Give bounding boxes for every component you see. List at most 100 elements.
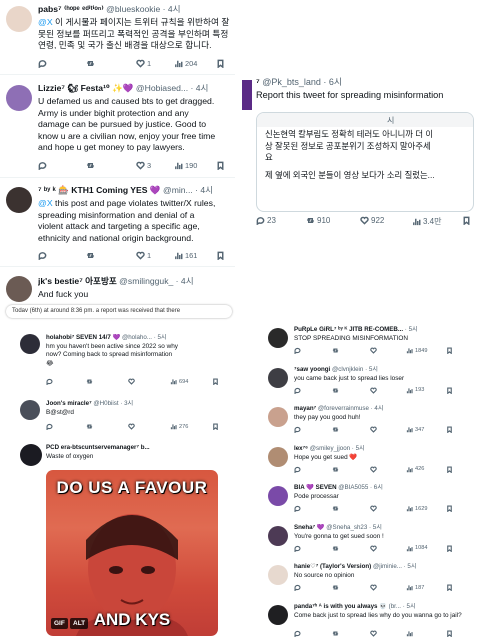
like-button[interactable]: 922 xyxy=(360,216,384,225)
like-button[interactable] xyxy=(370,466,377,473)
views-button[interactable]: 347 xyxy=(406,426,424,433)
avatar[interactable] xyxy=(268,407,288,427)
author-name[interactable]: mayan⁷ xyxy=(294,405,316,412)
author-handle[interactable]: @jiminie... · 5시 xyxy=(373,563,417,570)
author-handle[interactable]: @BIA5055 · 6시 xyxy=(338,484,383,491)
like-button[interactable]: 1 xyxy=(136,251,151,260)
bookmark-button[interactable] xyxy=(446,584,453,591)
retweet-button[interactable] xyxy=(332,630,339,637)
views-button[interactable]: 3.4만 xyxy=(412,216,441,227)
like-button[interactable]: 3 xyxy=(136,161,151,170)
bookmark-button[interactable] xyxy=(446,630,453,637)
avatar[interactable] xyxy=(20,334,40,354)
retweet-button[interactable] xyxy=(332,505,339,512)
author-name[interactable]: ⁷ ᵇʸ ᵏ 🎰 KTH1 Coming YES 💜 xyxy=(38,185,161,195)
author-handle[interactable]: @foreverrainmuse · 4시 xyxy=(318,405,384,412)
author-handle[interactable]: @Hobiased... · 4시 xyxy=(136,83,209,93)
reply-row[interactable]: lex⁷⁶ @smiley_jjoon · 5시Hope you get sue… xyxy=(268,445,476,485)
reply-button[interactable] xyxy=(294,466,301,473)
reply-button[interactable] xyxy=(294,545,301,552)
reply-button[interactable] xyxy=(294,584,301,591)
avatar[interactable] xyxy=(6,187,32,213)
author-handle[interactable]: @holaho... · 5시 xyxy=(122,334,167,341)
reply-button[interactable] xyxy=(38,161,47,170)
author-name[interactable]: holahobi⁷ SEVEN 14/7 💜 xyxy=(46,334,120,341)
bookmark-button[interactable] xyxy=(446,466,453,473)
retweet-button[interactable] xyxy=(86,161,97,170)
bookmark-button[interactable] xyxy=(216,59,225,68)
retweet-button[interactable] xyxy=(332,387,339,394)
author-name[interactable]: Sneha⁷ 💜 xyxy=(294,524,325,531)
avatar[interactable] xyxy=(268,328,288,348)
avatar[interactable] xyxy=(268,605,288,625)
reply-button[interactable] xyxy=(294,426,301,433)
author-name[interactable]: BIA 💜 SEVEN xyxy=(294,484,337,491)
author-handle[interactable]: @smiley_jjoon · 5시 xyxy=(310,445,365,452)
like-button[interactable] xyxy=(370,584,377,591)
bookmark-button[interactable] xyxy=(462,216,471,225)
author-handle[interactable]: · 5시 xyxy=(405,326,418,333)
reply-row[interactable]: panda⁷ʰ ᴬ is with you always 💀 (br... · … xyxy=(268,603,476,642)
avatar[interactable] xyxy=(20,400,40,420)
avatar[interactable] xyxy=(6,85,32,111)
author-handle[interactable]: @Sneha_sh23 · 5시 xyxy=(326,524,382,531)
author-name[interactable]: pabs⁷ ⁽ʰᵒᵖᵉ ᵉᵈⁱᵗⁱᵒⁿ⁾ xyxy=(38,4,104,14)
retweet-button[interactable] xyxy=(86,378,93,385)
author-handle[interactable]: @smilingguk_ · 4시 xyxy=(119,276,193,286)
like-button[interactable] xyxy=(370,545,377,552)
views-button[interactable]: 161 xyxy=(174,251,197,260)
retweet-button[interactable] xyxy=(332,347,339,354)
like-button[interactable] xyxy=(370,347,377,354)
like-button[interactable] xyxy=(128,378,135,385)
bookmark-button[interactable] xyxy=(446,387,453,394)
avatar[interactable] xyxy=(268,565,288,585)
retweet-button[interactable] xyxy=(86,251,97,260)
reply-button[interactable] xyxy=(46,423,53,430)
author-name[interactable]: hanie♡⁷ (Taylor's Version) xyxy=(294,563,371,570)
avatar[interactable] xyxy=(268,447,288,467)
like-button[interactable] xyxy=(370,630,377,637)
bookmark-button[interactable] xyxy=(446,347,453,354)
reply-button[interactable] xyxy=(294,505,301,512)
views-button[interactable]: 694 xyxy=(170,378,188,385)
reply-row[interactable]: Sneha⁷ 💜 @Sneha_sh23 · 5시You're gonna to… xyxy=(268,524,476,564)
author-name[interactable]: ⁷ xyxy=(256,77,260,87)
author-name[interactable]: panda⁷ʰ ᴬ is with you always 💀 xyxy=(294,603,387,610)
gif-media[interactable]: DO US A FAVOUR AND KYS GIF ALT xyxy=(46,470,218,636)
reply-button[interactable] xyxy=(38,59,47,68)
author-handle[interactable]: (br... · 5시 xyxy=(389,603,416,610)
avatar[interactable] xyxy=(20,444,42,466)
bookmark-button[interactable] xyxy=(446,505,453,512)
bookmark-button[interactable] xyxy=(212,423,219,430)
avatar[interactable] xyxy=(268,526,288,546)
bookmark-button[interactable] xyxy=(446,545,453,552)
avatar[interactable] xyxy=(242,80,252,110)
retweet-button[interactable] xyxy=(332,466,339,473)
reply-row[interactable]: BIA 💜 SEVEN @BIA5055 · 6시Pode processar … xyxy=(268,484,476,524)
reply-row[interactable]: hanie♡⁷ (Taylor's Version) @jiminie... ·… xyxy=(268,563,476,603)
retweet-button[interactable]: 910 xyxy=(306,216,330,225)
reply-button[interactable]: 23 xyxy=(256,216,276,225)
views-button[interactable]: 1084 xyxy=(406,545,427,552)
author-name[interactable]: Lizzie⁷ 🐿 Festa¹⁰ ✨💜 xyxy=(38,83,134,93)
bookmark-button[interactable] xyxy=(212,378,219,385)
reply-button[interactable] xyxy=(294,347,301,354)
author-handle[interactable]: @blueskookie · 4시 xyxy=(106,4,180,14)
reply-button[interactable] xyxy=(46,378,53,385)
author-name[interactable]: PCD era-btscuntservemanager⁷ b... xyxy=(46,444,150,451)
mention-link[interactable]: @X xyxy=(38,17,53,27)
like-button[interactable] xyxy=(370,505,377,512)
retweet-button[interactable] xyxy=(86,423,93,430)
reply-button[interactable] xyxy=(38,251,47,260)
views-button[interactable] xyxy=(406,630,415,637)
author-handle[interactable]: @min... · 4시 xyxy=(163,185,213,195)
views-button[interactable]: 276 xyxy=(170,423,188,430)
views-button[interactable]: 1849 xyxy=(406,347,427,354)
like-button[interactable] xyxy=(370,387,377,394)
views-button[interactable]: 190 xyxy=(174,161,197,170)
views-button[interactable]: 193 xyxy=(406,387,424,394)
retweet-button[interactable] xyxy=(86,59,97,68)
reply-row[interactable]: ⁷saw yoongi @clvnjklein · 5시you came bac… xyxy=(268,366,476,406)
alt-badge[interactable]: ALT xyxy=(70,618,88,629)
views-button[interactable]: 204 xyxy=(174,59,197,68)
